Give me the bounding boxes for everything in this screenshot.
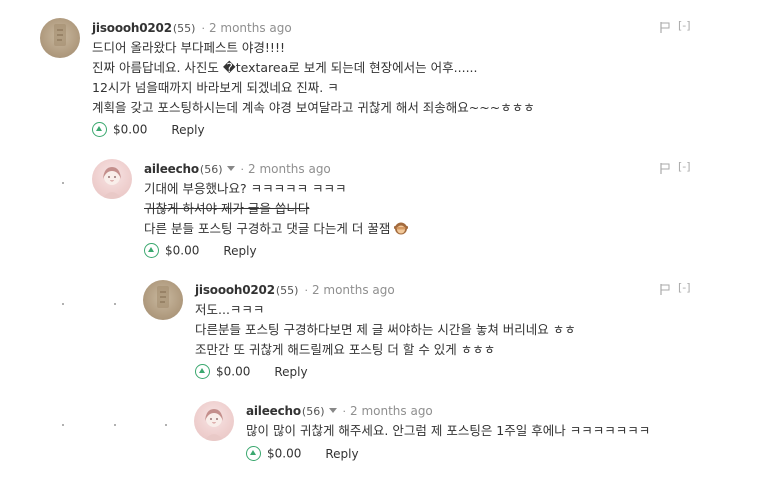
comment-body: 많이 많이 귀찮게 해주세요. 안그럼 제 포스팅은 1주일 후에나 ㅋㅋㅋㅋㅋ…	[246, 421, 650, 441]
comment-actions: $0.00 Reply	[144, 240, 257, 260]
upvote-chevron-icon[interactable]	[195, 364, 210, 379]
thread-indent-marker	[62, 182, 64, 184]
avatar[interactable]	[143, 280, 183, 320]
timestamp[interactable]: 2 months ago	[248, 162, 331, 176]
upvote-chevron-icon[interactable]	[92, 122, 107, 137]
comment-line: 많이 많이 귀찮게 해주세요. 안그럼 제 포스팅은 1주일 후에나 ㅋㅋㅋㅋㅋ…	[246, 423, 651, 438]
thread-indent-marker	[114, 303, 116, 305]
comment-header: jisoooh0202(55) · 2 months ago	[92, 21, 292, 35]
comment-line: 기대에 부응했나요? ㅋㅋㅋㅋㅋ ㅋㅋㅋ	[144, 181, 347, 196]
avatar[interactable]	[92, 159, 132, 199]
upvote-chevron-icon[interactable]	[246, 446, 261, 461]
author-reputation: (56)	[301, 405, 325, 418]
payout-value[interactable]: $0.00	[216, 365, 250, 379]
thread-indent-marker	[62, 424, 64, 426]
comment-body: 드디어 올라왔다 부다페스트 야경!!!! 진짜 아름답네요. 사진도 �tex…	[92, 38, 535, 118]
timestamp[interactable]: 2 months ago	[209, 21, 292, 35]
chevron-down-icon[interactable]	[328, 408, 337, 413]
comment-line-with-emoji: 다른 분들 포스팅 구경하고 댓글 다는게 더 꿀잼	[144, 219, 409, 239]
comment-line-strikethrough: 귀찮게 하셔야 제가 글을 씁니다	[144, 201, 310, 216]
author-reputation: (56)	[199, 163, 223, 176]
comment-line: 저도...ㅋㅋㅋ	[195, 302, 265, 317]
flag-icon[interactable]	[660, 284, 670, 295]
comment-1: jisoooh0202(55) · 2 months ago 드디어 올라왔다 부다…	[40, 18, 760, 142]
author-reputation: (55)	[275, 284, 299, 297]
comment-2: aileecho(56) · 2 months ago 기대에 부응했나요? ㅋㅋㅋ…	[92, 159, 760, 269]
comment-actions: $0.00 Reply	[246, 443, 359, 463]
comment-line: 드디어 올라왔다 부다페스트 야경!!!!	[92, 40, 285, 55]
thread-indent-marker	[165, 424, 167, 426]
payout-value[interactable]: $0.00	[267, 447, 301, 461]
flag-icon[interactable]	[660, 22, 670, 33]
reply-link[interactable]: Reply	[325, 447, 358, 461]
author-name[interactable]: aileecho	[144, 162, 199, 176]
author-name[interactable]: aileecho	[246, 404, 301, 418]
avatar[interactable]	[40, 18, 80, 58]
comment-line: 조만간 또 귀찮게 해드릴께요 포스팅 더 할 수 있게 ㅎㅎㅎ	[195, 342, 496, 357]
comment-header: aileecho(56) · 2 months ago	[246, 404, 433, 418]
reply-link[interactable]: Reply	[223, 244, 256, 258]
flag-icon[interactable]	[660, 163, 670, 174]
reply-link[interactable]: Reply	[171, 123, 204, 137]
author-name[interactable]: jisoooh0202	[195, 283, 275, 297]
collapse-toggle[interactable]: [-]	[678, 19, 691, 32]
collapse-toggle[interactable]: [-]	[678, 281, 691, 294]
comment-line: 진짜 아름답네요. 사진도 �textarea로 보게 되는데 현장에서는 어후…	[92, 60, 478, 75]
thread-indent-marker	[62, 303, 64, 305]
chevron-down-icon[interactable]	[226, 166, 235, 171]
comment-body: 기대에 부응했나요? ㅋㅋㅋㅋㅋ ㅋㅋㅋ 귀찮게 하셔야 제가 글을 씁니다 다…	[144, 179, 409, 239]
author-reputation: (55)	[172, 22, 196, 35]
comment-actions: $0.00 Reply	[195, 361, 308, 381]
comment-line-text: 다른 분들 포스팅 구경하고 댓글 다는게 더 꿀잼	[144, 221, 391, 236]
payout-value[interactable]: $0.00	[113, 123, 147, 137]
comment-3: jisoooh0202(55) · 2 months ago 저도...ㅋㅋㅋ 다른…	[143, 280, 760, 390]
comment-line: 계획을 갖고 포스팅하시는데 계속 야경 보여달라고 귀찮게 해서 죄송해요~~…	[92, 100, 535, 115]
timestamp[interactable]: 2 months ago	[350, 404, 433, 418]
thread-indent-marker	[114, 424, 116, 426]
collapse-toggle[interactable]: [-]	[678, 160, 691, 173]
comment-line: 12시가 넘을때까지 바라보게 되겠네요 진짜. ㅋ	[92, 80, 339, 95]
upvote-chevron-icon[interactable]	[144, 243, 159, 258]
comment-header: jisoooh0202(55) · 2 months ago	[195, 283, 395, 297]
comment-line: 다른분들 포스팅 구경하다보면 제 글 써야하는 시간을 놓쳐 버리네요 ㅎㅎ	[195, 322, 576, 337]
avatar[interactable]	[194, 401, 234, 441]
comment-body: 저도...ㅋㅋㅋ 다른분들 포스팅 구경하다보면 제 글 써야하는 시간을 놓쳐…	[195, 300, 576, 360]
payout-value[interactable]: $0.00	[165, 244, 199, 258]
timestamp[interactable]: 2 months ago	[312, 283, 395, 297]
see-no-evil-monkey-emoji	[394, 222, 409, 235]
comment-actions: $0.00 Reply	[92, 119, 205, 139]
reply-link[interactable]: Reply	[274, 365, 307, 379]
comment-header: aileecho(56) · 2 months ago	[144, 162, 331, 176]
author-name[interactable]: jisoooh0202	[92, 21, 172, 35]
comment-4: aileecho(56) · 2 months ago 많이 많이 귀찮게 해주세요…	[194, 401, 760, 471]
